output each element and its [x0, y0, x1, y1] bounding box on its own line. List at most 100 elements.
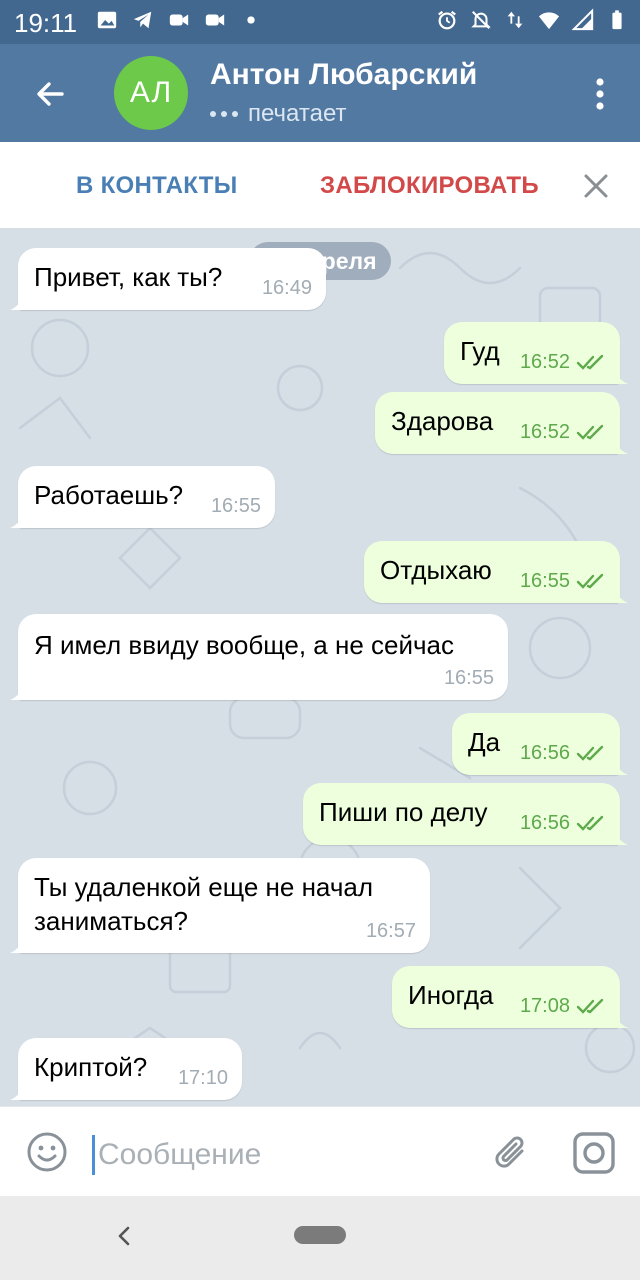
- typing-status: печатает: [210, 100, 346, 128]
- message-time: 17:10: [177, 1067, 228, 1089]
- status-system-icons: [436, 8, 628, 32]
- double-check-icon: [576, 573, 604, 589]
- incoming-message[interactable]: Привет, как ты? 16:49: [10, 248, 326, 310]
- bubble-tail-icon: [10, 1084, 24, 1100]
- outgoing-message[interactable]: Здарова 16:52: [375, 392, 628, 454]
- block-user-button[interactable]: ЗАБЛОКИРОВАТЬ: [320, 172, 539, 200]
- bell-off-icon: [471, 11, 491, 29]
- status-time: 19:11: [14, 8, 78, 38]
- bubble-tail-icon: [10, 937, 24, 953]
- bubble-tail-icon: [614, 829, 628, 845]
- message-input[interactable]: [96, 1129, 480, 1181]
- message-meta: 16:56: [520, 812, 606, 835]
- message-time: 16:52: [519, 351, 570, 373]
- bubble-tail-icon: [614, 1012, 628, 1028]
- message-meta: 16:56: [520, 742, 606, 765]
- message-text: Криптой?: [34, 1052, 148, 1082]
- image-icon: [97, 11, 117, 29]
- data-arrows-icon: [507, 11, 523, 29]
- message-time: 16:49: [261, 277, 312, 299]
- signal-icon: [572, 8, 594, 31]
- double-check-icon: [576, 998, 604, 1014]
- message-text: Привет, как ты?: [34, 262, 223, 292]
- telegram-icon: [133, 11, 152, 29]
- outgoing-message[interactable]: Пиши по делу 16:56: [303, 783, 628, 845]
- message-composer: [0, 1106, 640, 1197]
- bubble-tail-icon: [614, 759, 628, 775]
- message-meta: 17:10: [178, 1067, 228, 1090]
- contact-name[interactable]: Антон Любарский: [210, 58, 477, 92]
- bubble-tail-icon: [614, 368, 628, 384]
- message-meta: 16:55: [211, 495, 261, 518]
- double-check-icon: [576, 815, 604, 831]
- bubble-tail-icon: [10, 294, 24, 310]
- message-list[interactable]: 29 апреля Привет, как ты? 16:49 Гуд 16:5…: [0, 228, 640, 1106]
- message-text: Гуд: [460, 336, 500, 366]
- nav-back-icon[interactable]: [112, 1224, 136, 1248]
- message-text: Здарова: [391, 406, 494, 436]
- add-contact-button[interactable]: В КОНТАКТЫ: [76, 172, 238, 200]
- message-meta: 17:08: [520, 995, 606, 1018]
- message-text: Да: [468, 727, 501, 757]
- more-menu-icon[interactable]: [582, 74, 618, 114]
- typing-status-label: печатает: [248, 100, 347, 127]
- message-text-line: Ты удаленкой еще не начал: [34, 872, 373, 902]
- bubble-tail-icon: [614, 438, 628, 454]
- message-meta: 16:55: [444, 667, 494, 690]
- nav-home-pill[interactable]: [294, 1226, 346, 1244]
- incoming-message[interactable]: Работаешь? 16:55: [10, 466, 275, 528]
- message-meta: 16:55: [520, 570, 606, 593]
- attach-paperclip-icon[interactable]: [490, 1131, 534, 1175]
- incoming-message[interactable]: Я имел ввиду вообще, а не сейчас 16:55: [10, 614, 508, 700]
- message-time: 16:57: [365, 920, 416, 942]
- outgoing-message[interactable]: Да 16:56: [452, 713, 628, 775]
- message-time: 16:56: [519, 812, 570, 834]
- status-bar: 19:11: [0, 0, 640, 44]
- incoming-message[interactable]: Криптой? 17:10: [10, 1038, 242, 1100]
- message-time: 17:08: [519, 995, 570, 1017]
- close-icon[interactable]: [582, 172, 610, 200]
- bubble-tail-icon: [10, 684, 24, 700]
- message-text: Отдыхаю: [380, 555, 492, 585]
- outgoing-message[interactable]: Иногда 17:08: [392, 966, 628, 1028]
- message-time: 16:52: [519, 421, 570, 443]
- message-text: Ты удаленкой еще не начал заниматься?: [34, 870, 373, 938]
- back-arrow-icon[interactable]: [28, 72, 72, 116]
- message-time: 16:55: [210, 495, 261, 517]
- status-notification-icons: [96, 8, 262, 32]
- bubble-tail-icon: [614, 587, 628, 603]
- message-time: 16:55: [443, 667, 494, 689]
- outgoing-message[interactable]: Гуд 16:52: [444, 322, 628, 384]
- message-time: 16:56: [519, 742, 570, 764]
- battery-icon: [612, 10, 622, 30]
- alarm-icon: [438, 10, 456, 30]
- wifi-icon: [538, 12, 560, 30]
- video-icon: [169, 14, 189, 26]
- double-check-icon: [576, 354, 604, 370]
- message-text: Работаешь?: [34, 480, 184, 510]
- message-meta: 16:52: [520, 351, 606, 374]
- typing-dots-icon: [210, 111, 238, 117]
- message-time: 16:55: [519, 570, 570, 592]
- message-meta: 16:52: [520, 421, 606, 444]
- dot-icon: [247, 16, 255, 24]
- unknown-contact-bar: В КОНТАКТЫ ЗАБЛОКИРОВАТЬ: [0, 142, 640, 229]
- message-meta: 16:57: [366, 920, 416, 943]
- message-text: Иногда: [408, 980, 494, 1010]
- chat-header: АЛ Антон Любарский печатает: [0, 44, 640, 142]
- message-text-line: заниматься?: [34, 906, 189, 936]
- avatar[interactable]: АЛ: [114, 56, 188, 130]
- bubble-tail-icon: [10, 512, 24, 528]
- message-meta: 16:49: [262, 277, 312, 300]
- double-check-icon: [576, 745, 604, 761]
- double-check-icon: [576, 424, 604, 440]
- message-text: Я имел ввиду вообще, а не сейчас: [34, 630, 454, 660]
- message-text: Пиши по делу: [319, 797, 488, 827]
- emoji-icon[interactable]: [26, 1131, 68, 1173]
- system-nav-bar: [0, 1196, 640, 1280]
- outgoing-message[interactable]: Отдыхаю 16:55: [364, 541, 628, 603]
- incoming-message[interactable]: Ты удаленкой еще не начал заниматься? 16…: [10, 858, 430, 953]
- camera-icon[interactable]: [572, 1131, 616, 1175]
- text-cursor: [92, 1135, 95, 1175]
- video-icon: [205, 14, 225, 26]
